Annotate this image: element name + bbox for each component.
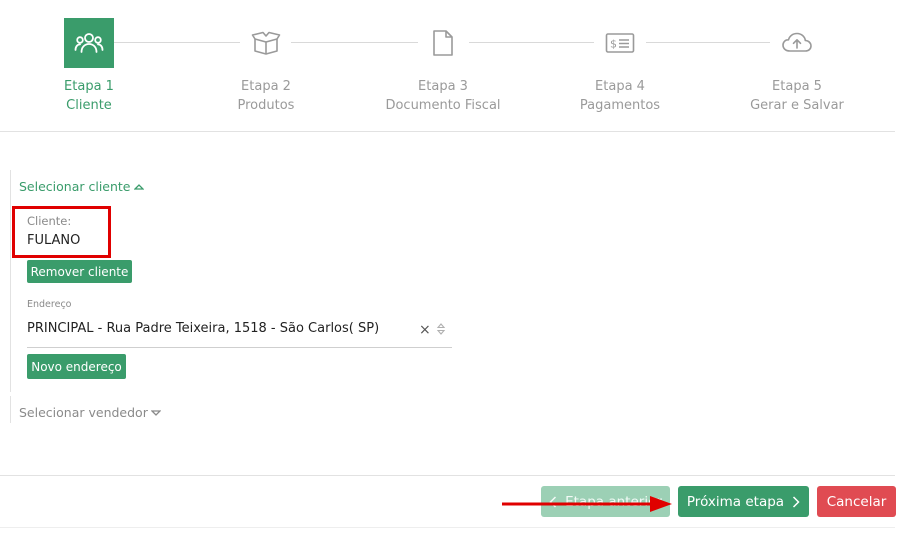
step-number: Etapa 2: [241, 79, 291, 94]
chevron-up-icon: [133, 183, 144, 190]
money-icon: $: [595, 18, 645, 68]
cancel-button[interactable]: Cancelar: [817, 486, 896, 517]
new-address-button[interactable]: Novo endereço: [27, 354, 126, 379]
chevron-down-icon: [150, 409, 161, 416]
cancel-label: Cancelar: [826, 493, 887, 510]
step-number: Etapa 3: [418, 79, 468, 94]
box-icon: [241, 18, 291, 68]
step-name: Cliente: [66, 98, 112, 113]
step-name: Documento Fiscal: [385, 98, 501, 113]
users-icon: [64, 18, 114, 68]
step-pagamentos[interactable]: $ Etapa 4 Pagamentos: [535, 18, 705, 116]
section-border: [10, 396, 11, 423]
step-produtos[interactable]: Etapa 2 Produtos: [181, 18, 351, 116]
bottom-edge: [0, 527, 895, 528]
address-select-underline: [27, 347, 452, 348]
step-number: Etapa 4: [595, 79, 645, 94]
cloud-upload-icon: [772, 18, 822, 68]
clear-icon[interactable]: ×: [419, 322, 431, 338]
step-cliente[interactable]: Etapa 1 Cliente: [4, 18, 174, 116]
sort-arrows-icon[interactable]: [436, 322, 446, 336]
section-border: [10, 170, 11, 392]
red-arrow-annotation: [502, 496, 672, 512]
address-label: Endereço: [27, 299, 72, 310]
stepper: Etapa 1 Cliente Etapa 2 Produtos Etapa 3…: [0, 0, 910, 132]
remove-client-button[interactable]: Remover cliente: [27, 260, 132, 283]
client-field-label: Cliente:: [27, 214, 72, 228]
step-documento-fiscal[interactable]: Etapa 3 Documento Fiscal: [358, 18, 528, 116]
select-client-toggle[interactable]: Selecionar cliente: [19, 179, 144, 194]
document-icon: [418, 18, 468, 68]
client-field-value: FULANO: [27, 233, 81, 248]
next-step-button[interactable]: Próxima etapa: [678, 486, 809, 517]
divider: [0, 131, 895, 132]
step-number: Etapa 1: [64, 79, 114, 94]
step-number: Etapa 5: [772, 79, 822, 94]
divider: [0, 475, 895, 476]
next-step-label: Próxima etapa: [686, 493, 785, 510]
select-seller-label: Selecionar vendedor: [19, 405, 148, 420]
select-seller-toggle[interactable]: Selecionar vendedor: [19, 405, 161, 420]
address-select-value[interactable]: PRINCIPAL - Rua Padre Teixeira, 1518 - S…: [27, 321, 379, 336]
step-name: Gerar e Salvar: [750, 98, 844, 113]
step-name: Pagamentos: [579, 98, 661, 113]
step-gerar-salvar[interactable]: Etapa 5 Gerar e Salvar: [712, 18, 882, 116]
select-client-label: Selecionar cliente: [19, 179, 131, 194]
svg-text:$: $: [610, 38, 617, 51]
chevron-right-icon: [793, 495, 800, 508]
step-name: Produtos: [237, 98, 295, 113]
